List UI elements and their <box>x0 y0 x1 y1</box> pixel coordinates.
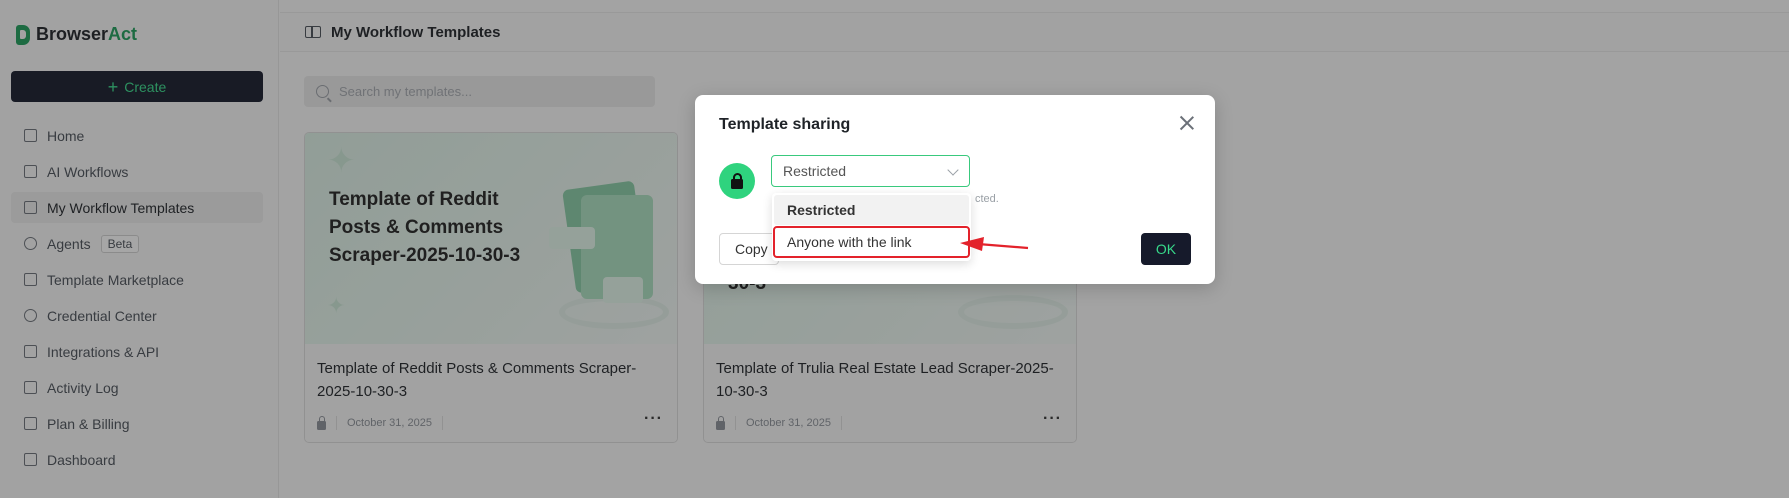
sharing-select-value: Restricted <box>783 163 847 179</box>
sharing-select[interactable]: Restricted <box>771 155 970 187</box>
sharing-hint: cted. <box>975 193 999 205</box>
option-anyone-with-link[interactable]: Anyone with the link <box>773 226 970 258</box>
copy-button[interactable]: Copy <box>719 233 779 265</box>
option-restricted[interactable]: Restricted <box>774 195 969 225</box>
lock-icon <box>719 163 755 199</box>
dialog-title: Template sharing <box>719 116 851 133</box>
ok-button[interactable]: OK <box>1141 233 1191 265</box>
sharing-options-dropdown: Restricted Anyone with the link <box>772 193 971 261</box>
close-icon[interactable] <box>1179 115 1195 131</box>
chevron-down-icon <box>947 164 959 176</box>
annotation-arrow-icon <box>960 237 1029 251</box>
